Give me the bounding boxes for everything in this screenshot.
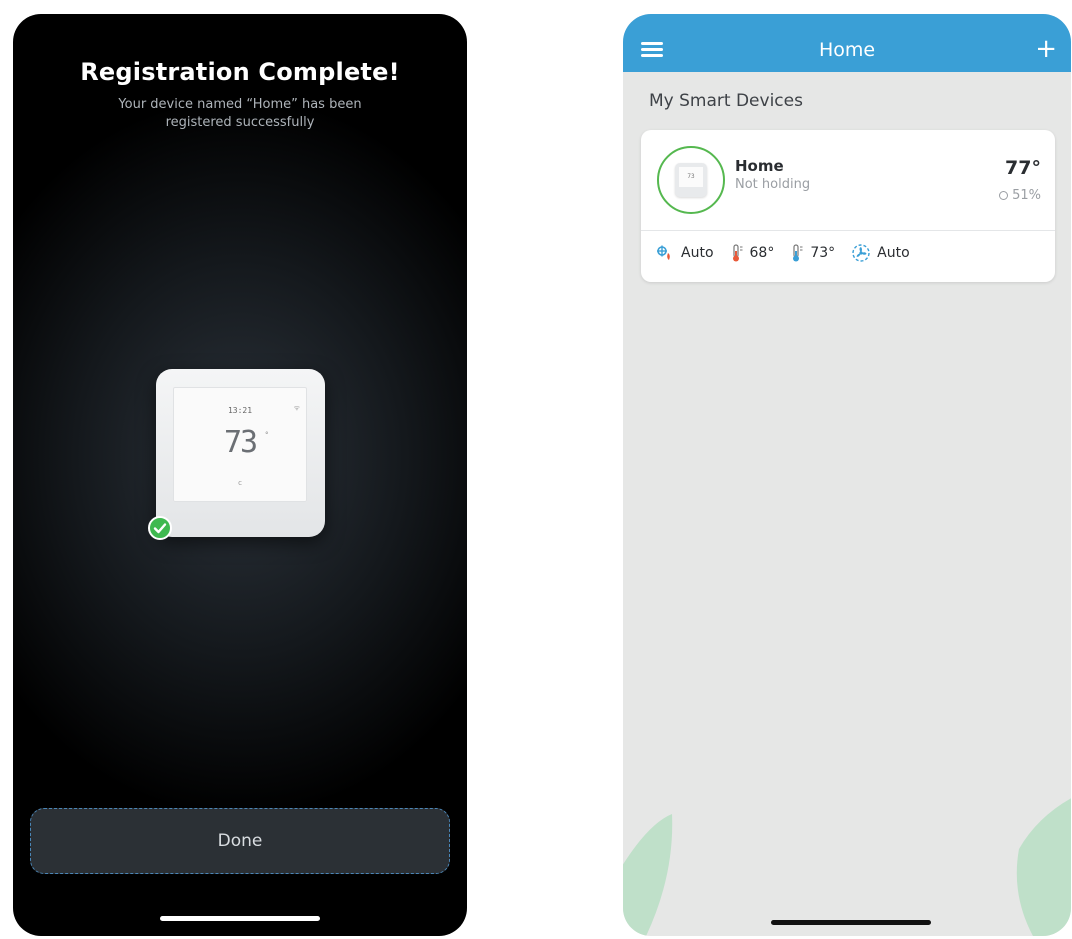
home-indicator[interactable]	[771, 920, 931, 925]
stat-cool-setpoint[interactable]: 73°	[790, 243, 835, 263]
heat-setpoint-value: 68°	[749, 245, 775, 261]
humidity-icon	[999, 191, 1009, 200]
thermostat-image: 13:21 ᯤ 73 ° c	[156, 369, 325, 537]
thermostat-screen: 13:21 ᯤ 73 ° c	[173, 387, 307, 502]
fan-mode-value: Auto	[877, 245, 910, 261]
thermostat-thumbnail-icon: 73	[675, 163, 707, 197]
page-title: Home	[818, 39, 876, 61]
device-humidity: 51%	[999, 188, 1041, 203]
thermostat-temperature: 73	[223, 425, 258, 460]
mode-icon	[657, 245, 670, 260]
cool-setpoint-value: 73°	[810, 245, 836, 261]
thermostat-degree: °	[265, 431, 269, 439]
done-button[interactable]: Done	[30, 808, 450, 874]
divider	[641, 230, 1055, 231]
section-title: My Smart Devices	[649, 91, 803, 111]
registration-subtitle: Your device named “Home” has been regist…	[118, 97, 362, 130]
registration-screen: Registration Complete! Your device named…	[13, 14, 467, 936]
leaf-decoration-left	[623, 814, 673, 936]
device-status: Not holding	[735, 177, 811, 192]
stat-heat-setpoint[interactable]: 68°	[730, 243, 775, 263]
success-check-icon	[148, 516, 172, 540]
device-card[interactable]: 73 Home Not holding 77° 51% Auto 68° 73°…	[641, 130, 1055, 282]
device-name: Home	[735, 157, 784, 175]
home-indicator[interactable]	[160, 916, 320, 921]
thermostat-time: 13:21	[227, 406, 253, 415]
thermostat-mode-icon: c	[238, 479, 242, 487]
device-temperature: 77°	[1005, 157, 1041, 179]
leaf-decoration-right	[1016, 798, 1071, 936]
fan-icon	[852, 244, 870, 262]
device-status-ring: 73	[657, 146, 725, 214]
wifi-icon: ᯤ	[293, 404, 300, 412]
system-mode-value: Auto	[681, 245, 714, 261]
registration-title: Registration Complete!	[80, 58, 400, 86]
humidity-value: 51%	[1012, 188, 1041, 203]
cool-setpoint-icon	[793, 244, 803, 262]
add-device-button[interactable]: +	[1035, 36, 1057, 62]
device-stats: Auto 68° 73° Auto	[655, 243, 926, 263]
stat-fan-mode[interactable]: Auto	[851, 243, 910, 263]
heat-setpoint-icon	[732, 244, 743, 262]
top-bar: Home +	[623, 14, 1071, 72]
thumbnail-temperature: 73	[679, 167, 703, 187]
stat-system-mode[interactable]: Auto	[655, 243, 714, 263]
home-screen: Home + My Smart Devices 73 Home Not hold…	[623, 14, 1071, 936]
